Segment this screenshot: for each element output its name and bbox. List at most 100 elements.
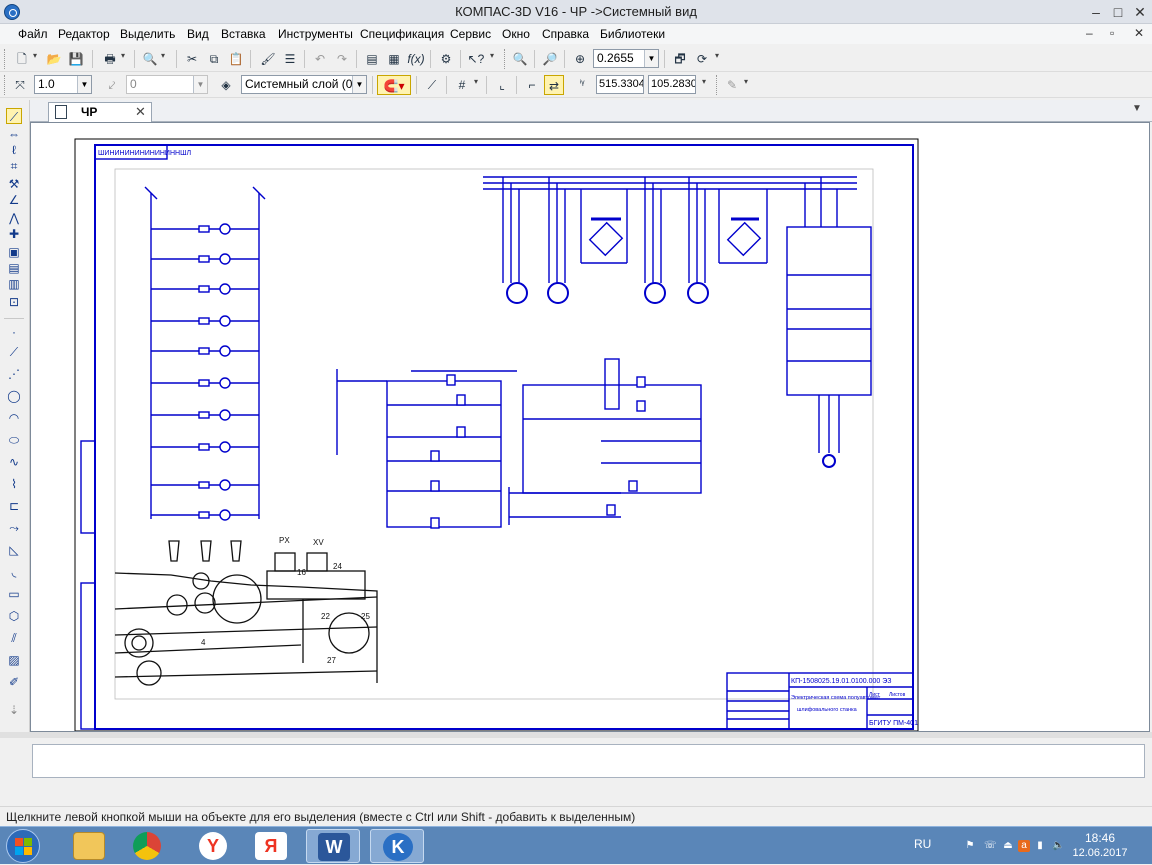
cut-icon[interactable]: ✂ <box>182 49 202 69</box>
chevron-down-icon[interactable]: ▼ <box>352 76 366 93</box>
fragment-icon[interactable]: ⊡ <box>6 294 22 310</box>
phone-icon[interactable]: ☏ <box>984 840 997 852</box>
redo-icon[interactable]: ↷ <box>332 49 352 69</box>
designations-icon[interactable]: ℓ <box>6 142 22 158</box>
start-button-icon[interactable] <box>6 829 40 863</box>
paste-icon[interactable]: 📋 <box>226 49 246 69</box>
clock-date[interactable]: 12.06.2017 <box>1064 847 1136 859</box>
step-icon[interactable]: ⤦ <box>102 75 122 95</box>
print-icon[interactable]: 🖶 <box>100 49 120 69</box>
print-preview-icon[interactable]: 🔍 <box>140 49 160 69</box>
insert-icon[interactable]: ▥ <box>6 276 22 292</box>
menu-tools[interactable]: Инструменты <box>278 27 353 41</box>
menu-service[interactable]: Сервис <box>450 27 491 41</box>
drawing-canvas[interactable]: ШИНИНИНИНИНИНИННШЛ КП-1508025.19.01.0100… <box>30 122 1150 732</box>
language-indicator[interactable]: RU <box>914 837 931 851</box>
open-folder-icon[interactable]: 📂 <box>44 49 64 69</box>
format-painter-icon[interactable]: 🖌 <box>258 49 278 69</box>
toolbar-grip[interactable] <box>504 49 507 69</box>
dimensions-icon[interactable]: ⇔ <box>6 126 22 142</box>
menu-insert[interactable]: Вставка <box>221 27 266 41</box>
collapse-panel-icon[interactable]: ⇣ <box>6 702 22 718</box>
taskbar-yandex-browser[interactable]: Y <box>186 829 240 863</box>
spec-icon[interactable]: ▣ <box>6 244 22 260</box>
menu-libraries[interactable]: Библиотеки <box>600 27 665 41</box>
circle-icon[interactable]: ◯ <box>6 388 22 404</box>
contour-icon[interactable]: ⊏ <box>6 498 22 514</box>
toolbar-grip[interactable] <box>4 49 7 69</box>
menu-view[interactable]: Вид <box>187 27 209 41</box>
menu-help[interactable]: Справка <box>542 27 589 41</box>
chevron-down-icon[interactable]: ▾ <box>474 77 478 86</box>
tab-list-chevron-down-icon[interactable]: ▼ <box>1132 103 1142 114</box>
cursor-coords-icon[interactable]: ⇄ <box>544 75 564 95</box>
coord-x-field[interactable]: 515.3304 <box>596 75 644 94</box>
chevron-down-icon[interactable]: ▾ <box>33 51 37 60</box>
local-cs-icon[interactable]: ⌞ <box>492 75 512 95</box>
grid-icon[interactable]: # <box>452 75 472 95</box>
line-width-select[interactable]: 1.0 ▼ <box>34 75 92 94</box>
save-icon[interactable]: 💾 <box>66 49 86 69</box>
mdi-restore-icon[interactable]: ▫ <box>1110 26 1114 40</box>
usb-icon[interactable]: ⏏ <box>1002 840 1014 852</box>
network-icon[interactable]: ▮ <box>1034 840 1046 852</box>
layer-select[interactable]: Системный слой (0) ▼ <box>241 75 367 94</box>
segment-icon[interactable]: ⋰ <box>6 366 22 382</box>
geometry-icon[interactable]: ⟋ <box>6 108 22 124</box>
variables-fx-icon[interactable]: f(x) <box>406 49 426 69</box>
tab-chr[interactable]: ЧР ✕ <box>48 102 152 122</box>
polyline-icon[interactable]: ⌇ <box>6 476 22 492</box>
arc-icon[interactable]: ◠ <box>6 410 22 426</box>
curve-icon[interactable]: ⤳ <box>6 520 22 536</box>
avast-icon[interactable]: a <box>1018 840 1030 852</box>
taskbar-yandex[interactable]: Я <box>244 829 298 863</box>
close-icon[interactable]: ✕ <box>1126 2 1152 22</box>
taskbar-kompas[interactable]: K <box>370 829 424 863</box>
toolbar-grip[interactable] <box>716 75 719 95</box>
chevron-down-icon[interactable]: ▼ <box>644 50 658 67</box>
associative-views-icon[interactable]: ✚ <box>6 226 22 242</box>
hatch-icon[interactable]: ✎ <box>722 75 742 95</box>
toolbar-grip[interactable] <box>4 75 7 95</box>
refresh-view-icon[interactable]: ⟳ <box>692 49 712 69</box>
menu-file[interactable]: Файл <box>18 27 48 41</box>
zoom-window-icon[interactable]: 🔍 <box>510 49 530 69</box>
command-message-field[interactable] <box>32 744 1145 778</box>
layer-icon[interactable]: ◈ <box>216 75 236 95</box>
measure-icon[interactable]: ∠ <box>6 192 22 208</box>
mdi-close-icon[interactable]: ✕ <box>1134 26 1144 40</box>
spline-icon[interactable]: ∿ <box>6 454 22 470</box>
tree-icon[interactable]: ▦ <box>384 49 404 69</box>
ellipse-icon[interactable]: ⬭ <box>6 432 22 448</box>
chevron-down-icon[interactable]: ▾ <box>121 51 125 60</box>
clock-time[interactable]: 18:46 <box>1070 831 1130 845</box>
properties-icon[interactable]: ☰ <box>280 49 300 69</box>
copy-icon[interactable]: ⧉ <box>204 49 224 69</box>
chevron-down-icon[interactable]: ▾ <box>715 51 719 60</box>
line-icon[interactable]: ⟋ <box>6 344 22 360</box>
menu-select[interactable]: Выделить <box>120 27 175 41</box>
zoom-in-icon[interactable]: ⊕ <box>570 49 590 69</box>
polygon-icon[interactable]: ⬡ <box>6 608 22 624</box>
manager-icon[interactable]: ▤ <box>362 49 382 69</box>
taskbar-explorer[interactable] <box>62 829 116 863</box>
chevron-down-icon[interactable]: ▼ <box>193 76 207 93</box>
flag-icon[interactable]: ⚑ <box>964 840 976 852</box>
chevron-down-icon[interactable]: ▼ <box>77 76 91 93</box>
chevron-down-icon[interactable]: ▾ <box>490 51 494 60</box>
zoom-all-icon[interactable]: 🔎 <box>540 49 560 69</box>
rectangle-icon[interactable]: ▭ <box>6 586 22 602</box>
reports-icon[interactable]: ▤ <box>6 260 22 276</box>
chevron-down-icon[interactable]: ▾ <box>744 77 748 86</box>
parametrization-icon[interactable]: ⚒ <box>6 176 22 192</box>
menu-specification[interactable]: Спецификация <box>360 27 444 41</box>
menu-window[interactable]: Окно <box>502 27 530 41</box>
equidistant-icon[interactable]: ⫽ <box>6 630 22 646</box>
libraries-icon[interactable]: ⚙ <box>436 49 456 69</box>
fillet-icon[interactable]: ◟ <box>6 564 22 580</box>
round-icon[interactable]: ⌐ <box>522 75 542 95</box>
undo-icon[interactable]: ↶ <box>310 49 330 69</box>
taskbar-chrome[interactable] <box>120 829 174 863</box>
eraser-icon[interactable]: ✐ <box>6 674 22 690</box>
snap-magnet-icon[interactable]: 🧲▾ <box>377 75 411 95</box>
